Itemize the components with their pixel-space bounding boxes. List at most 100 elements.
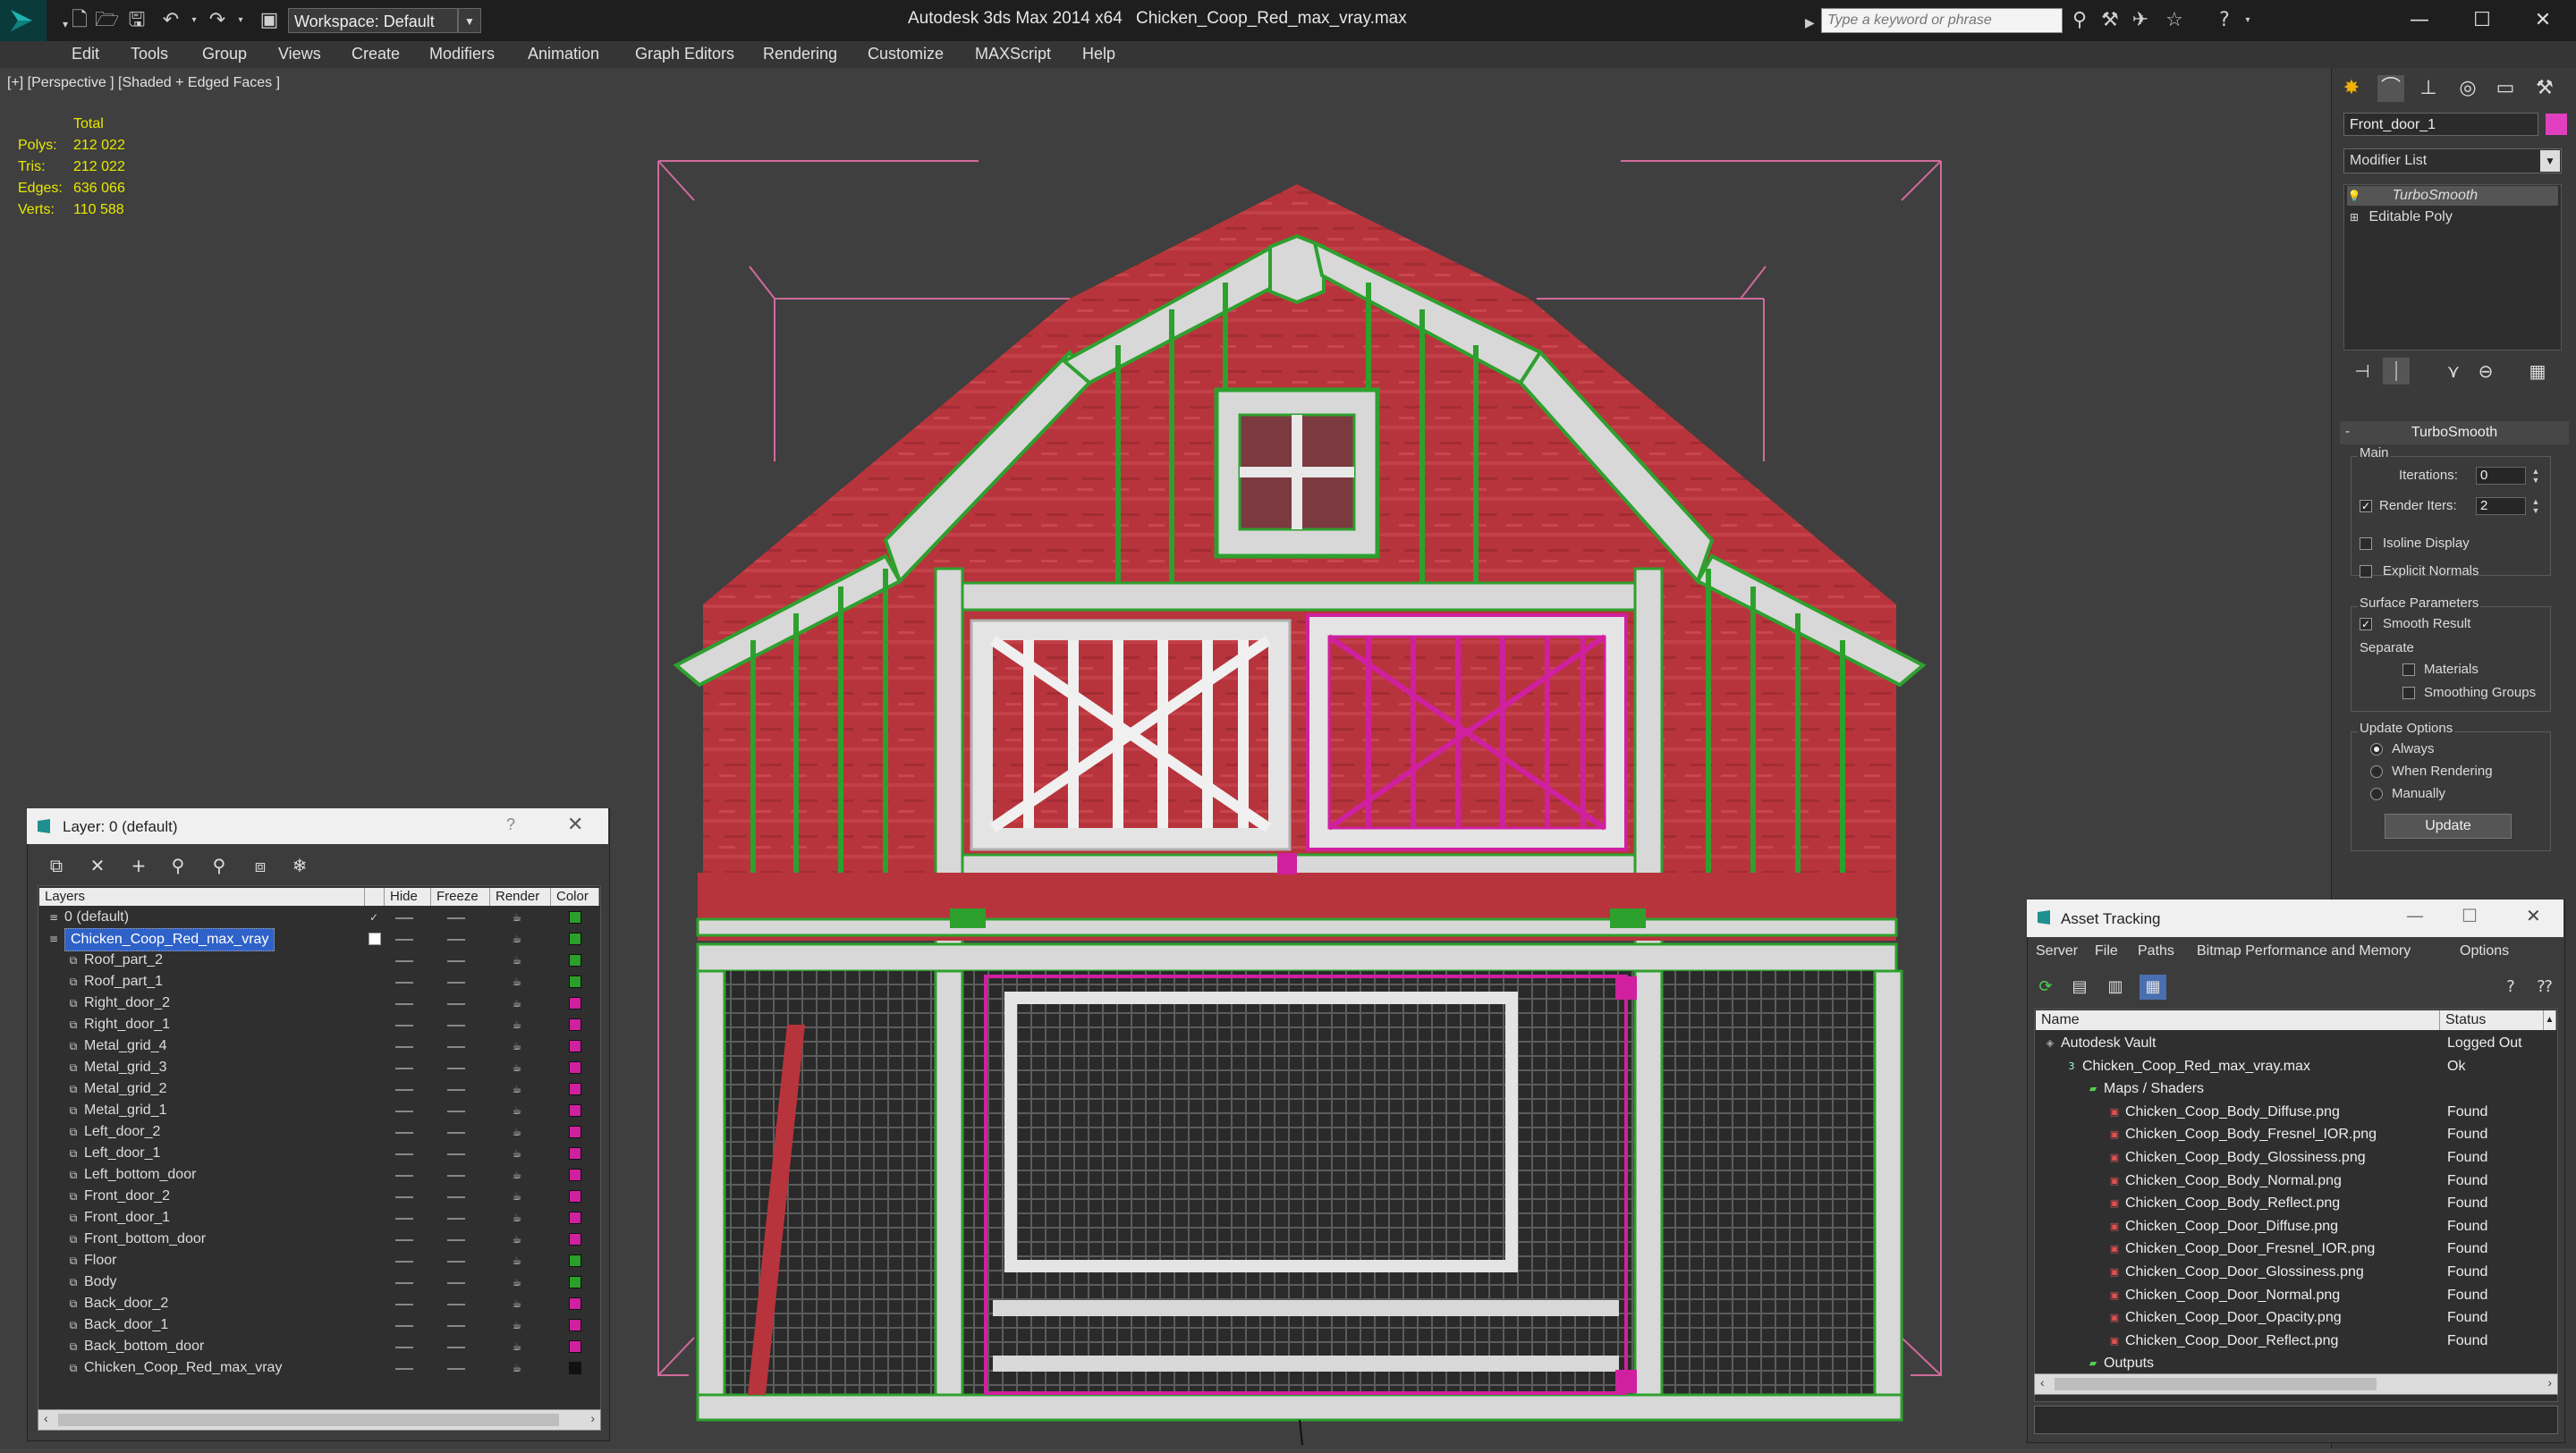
freeze-toggle[interactable] [447,1046,465,1048]
freeze-toggle[interactable] [447,1196,465,1198]
delete-layer-icon[interactable]: ✕ [84,852,111,879]
favorites-star-icon[interactable]: ☆ [2163,9,2186,32]
asset-name[interactable]: Autodesk Vault [2061,1032,2156,1055]
minimize-icon[interactable]: — [2397,4,2442,38]
scroll-left-icon[interactable]: ‹ [44,1411,48,1425]
layer-horizontal-scrollbar[interactable]: ‹ › [38,1409,601,1431]
asset-context-help-icon[interactable]: ⁇ [2531,975,2558,1000]
layer-row[interactable]: ⧉ Left_bottom_door ☕ [39,1164,599,1186]
undo-dropdown-icon[interactable]: ▾ [182,9,206,32]
asset-name[interactable]: Chicken_Coop_Door_Diffuse.png [2125,1215,2338,1238]
layer-name[interactable]: Roof_part_1 [84,971,163,993]
app-logo-icon[interactable] [0,0,47,41]
turbosmooth-rollout-title[interactable]: TurboSmooth [2340,421,2569,444]
render-teapot-icon[interactable]: ☕ [510,954,524,967]
asset-scroll-up-icon[interactable]: ▲ [2544,1010,2556,1030]
hide-toggle[interactable] [395,1347,413,1348]
layer-name[interactable]: Metal_grid_1 [84,1100,167,1121]
layer-row[interactable]: ⧉ Front_door_1 ☕ [39,1207,599,1229]
asset-row[interactable]: ▣ Chicken_Coop_Body_Reflect.png Found [2036,1192,2546,1215]
freeze-column-header[interactable]: Freeze [431,888,490,906]
asset-name[interactable]: Chicken_Coop_Door_Opacity.png [2125,1306,2342,1330]
layer-color-swatch[interactable] [569,1147,581,1160]
hide-toggle[interactable] [395,1175,413,1177]
modifier-list-arrow-icon[interactable]: ▼ [2540,150,2560,172]
layer-color-swatch[interactable] [569,1104,581,1117]
layer-color-swatch[interactable] [569,1190,581,1203]
asset-name[interactable]: Chicken_Coop_Door_Glossiness.png [2125,1261,2364,1284]
hide-toggle[interactable] [395,1089,413,1091]
layer-row[interactable]: ⧉ Left_door_2 ☕ [39,1121,599,1143]
layer-name[interactable]: Front_door_1 [84,1207,170,1229]
refresh-icon[interactable]: ⟳ [2032,975,2059,1000]
object-name-field[interactable]: Front_door_1 [2343,113,2538,136]
highlight-selected-layer-icon[interactable]: ⚲ [206,852,233,879]
asset-minimize-icon[interactable]: — [2406,905,2424,926]
close-icon[interactable]: ✕ [2521,4,2565,38]
freeze-toggle[interactable] [447,1239,465,1241]
layer-row[interactable]: ⧉ Left_door_1 ☕ [39,1143,599,1164]
render-teapot-icon[interactable]: ☕ [510,1018,524,1031]
layer-name[interactable]: Metal_grid_2 [84,1078,167,1100]
bulb-icon[interactable]: 💡 [2347,186,2361,206]
freeze-toggle[interactable] [447,1218,465,1220]
render-teapot-icon[interactable]: ☕ [510,1169,524,1181]
asset-name[interactable]: Chicken_Coop_Red_max_vray.max [2082,1055,2310,1078]
render-teapot-icon[interactable]: ☕ [510,1126,524,1138]
asset-row[interactable]: ◈ Autodesk Vault Logged Out [2036,1032,2546,1055]
freeze-toggle[interactable] [447,917,465,919]
save-file-icon[interactable]: 🖫 [125,9,148,32]
freeze-toggle[interactable] [447,1132,465,1134]
hide-toggle[interactable] [395,1282,413,1284]
layer-color-swatch[interactable] [569,911,581,924]
render-teapot-icon[interactable]: ☕ [510,1233,524,1246]
list-view-icon[interactable]: ▤ [2066,975,2093,1000]
freeze-toggle[interactable] [447,1089,465,1091]
layer-row[interactable]: ⧉ Metal_grid_2 ☕ [39,1078,599,1100]
layer-name[interactable]: Roof_part_2 [84,950,163,971]
render-teapot-icon[interactable]: ☕ [510,1190,524,1203]
render-teapot-icon[interactable]: ☕ [510,1297,524,1310]
asset-help-icon[interactable]: ? [2497,975,2524,1000]
menu-animation[interactable]: Animation [528,45,599,63]
select-objects-in-layer-icon[interactable]: ⚲ [165,852,191,879]
modify-tab-icon[interactable]: ⌒ [2377,75,2404,102]
menu-maxscript[interactable]: MAXScript [975,45,1051,63]
layer-color-swatch[interactable] [569,1254,581,1267]
utilities-tab-icon[interactable]: ⚒ [2531,75,2558,102]
asset-menu-paths[interactable]: Paths [2138,943,2174,959]
freeze-toggle[interactable] [447,1261,465,1263]
object-color-swatch[interactable] [2546,114,2567,135]
current-layer-check-icon[interactable]: ✓ [367,911,381,924]
hide-toggle[interactable] [395,1111,413,1112]
layer-color-swatch[interactable] [569,1083,581,1095]
update-button[interactable]: Update [2385,814,2512,839]
smooth-result-checkbox[interactable]: ✓ [2360,618,2372,630]
layer-color-swatch[interactable] [569,1233,581,1246]
freeze-toggle[interactable] [447,939,465,941]
motion-tab-icon[interactable]: ◎ [2454,75,2481,102]
materials-checkbox[interactable] [2402,663,2415,676]
isoline-display-checkbox[interactable] [2360,537,2372,550]
layer-name[interactable]: 0 (default) [64,907,129,928]
render-teapot-icon[interactable]: ☕ [510,1340,524,1353]
iterations-spinner[interactable]: 0 [2476,467,2526,485]
asset-row[interactable]: ▰ Maps / Shaders [2036,1077,2546,1101]
asset-row[interactable]: ▰ Outputs [2036,1352,2546,1375]
asset-name[interactable]: Outputs [2104,1352,2154,1375]
layer-color-swatch[interactable] [569,1212,581,1224]
layer-color-swatch[interactable] [569,1040,581,1052]
render-teapot-icon[interactable]: ☕ [510,997,524,1009]
render-teapot-icon[interactable]: ☕ [510,1254,524,1267]
freeze-toggle[interactable] [447,1304,465,1305]
hide-toggle[interactable] [395,1046,413,1048]
layer-color-swatch[interactable] [569,1126,581,1138]
add-to-layer-icon[interactable]: + [125,852,152,879]
hide-column-header[interactable]: Hide [385,888,431,906]
freeze-toggle[interactable] [447,1175,465,1177]
menu-graph-editors[interactable]: Graph Editors [635,45,734,63]
layer-name[interactable]: Right_door_1 [84,1014,170,1035]
freeze-toggle[interactable] [447,1003,465,1005]
asset-name[interactable]: Chicken_Coop_Body_Normal.png [2125,1170,2342,1193]
help-dropdown-icon[interactable]: ▾ [2236,9,2259,32]
